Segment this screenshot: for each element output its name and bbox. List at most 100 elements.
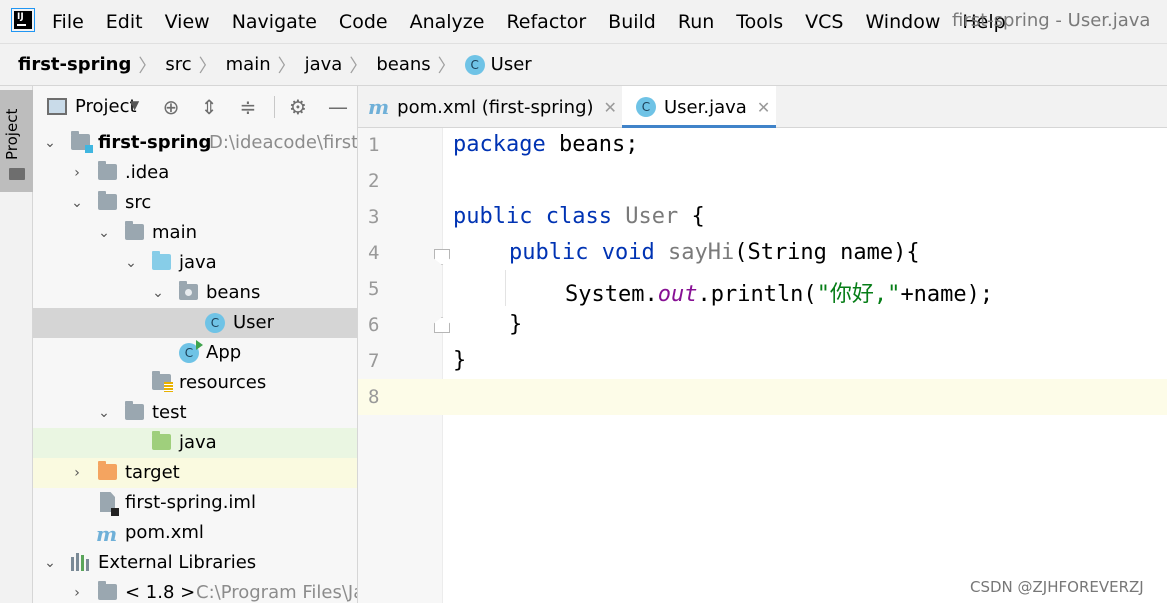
line-number: 2 [368,170,380,192]
tree-item-java-source[interactable]: ⌄ java [33,248,357,278]
breadcrumb-main[interactable]: main [226,54,271,75]
tree-item-user[interactable]: C User [33,308,357,338]
code-text: } [509,312,523,337]
tab-pom-xml[interactable]: m pom.xml (first-spring) ✕ [368,86,623,128]
chevron-down-icon[interactable]: ⌄ [97,224,111,242]
code-static-field: out [657,282,698,307]
menu-tools[interactable]: Tools [725,11,794,33]
code-string-literal: "你好," [816,282,901,307]
gear-icon[interactable]: ⚙ [286,95,310,119]
menu-run[interactable]: Run [667,11,725,33]
tree-item-idea[interactable]: › .idea [33,158,357,188]
close-icon[interactable]: ✕ [757,98,770,117]
project-view-icon [47,98,67,115]
folder-icon [98,161,117,180]
tree-item-beans[interactable]: ⌄ beans [33,278,357,308]
maven-icon: m [368,95,390,119]
library-icon [71,553,91,571]
menu-window[interactable]: Window [854,11,951,33]
breadcrumb-project[interactable]: first-spring [18,54,131,75]
menu-vcs[interactable]: VCS [794,11,854,33]
chevron-down-icon[interactable]: ⌄ [43,134,57,152]
menu-edit[interactable]: Edit [95,11,154,33]
menu-code[interactable]: Code [328,11,399,33]
chevron-right-icon[interactable]: › [70,584,84,602]
code-line-6: } [509,312,522,337]
tree-item-app[interactable]: C App [33,338,357,368]
tree-item-label: .idea [125,162,170,183]
minimize-icon[interactable]: — [326,95,350,119]
tree-item-label: java [179,432,217,453]
code-text: { [678,204,705,229]
tree-item-label: External Libraries [98,552,257,573]
left-tool-strip: Project [0,86,33,603]
locate-target-icon[interactable]: ⊕ [159,95,183,119]
tree-item-java-test[interactable]: java [33,428,357,458]
code-text: .println( [697,282,817,307]
watermark: CSDN @ZJHFOREVERZJ [970,578,1144,596]
package-icon [179,281,198,300]
expand-all-icon[interactable]: ⇕ [197,95,221,119]
tree-item-path: C:\Program Files\Ja [196,582,358,603]
menu-file[interactable]: File [41,11,95,33]
chevron-right-icon[interactable]: › [70,164,84,182]
code-line-5: System.out.println("你好,"+name); [565,276,993,308]
folder-icon [125,401,144,420]
breadcrumb-java[interactable]: java [305,54,343,75]
chevron-right-icon: 〉 [198,55,217,77]
code-keyword: class [545,204,612,229]
excluded-folder-icon [98,461,117,480]
menu-view[interactable]: View [154,11,221,33]
project-view-selector[interactable]: Project [75,96,137,117]
chevron-down-icon[interactable]: ⌄ [43,554,57,572]
tree-item-test[interactable]: ⌄ test [33,398,357,428]
breadcrumb-user[interactable]: User [491,54,532,75]
tree-item-pom[interactable]: m pom.xml [33,518,357,548]
tab-user-java[interactable]: C User.java ✕ [622,86,776,129]
tree-item-label: main [152,222,197,243]
tree-item-label: test [152,402,187,423]
tree-item-main[interactable]: ⌄ main [33,218,357,248]
iml-file-badge [111,508,119,516]
project-tool-window-button[interactable]: Project [0,90,33,192]
class-icon: C [636,97,656,117]
current-line-highlight [443,379,1167,415]
line-number: 4 [368,242,380,264]
code-line-3: public class User { [453,204,705,229]
chevron-down-icon[interactable]: ⌄ [124,254,138,272]
project-tool-label: Project [3,108,21,160]
breadcrumb: first-spring 〉 src 〉 main 〉 java 〉 beans 〉 CU… [0,43,1167,86]
chevron-right-icon[interactable]: › [70,464,84,482]
folder-icon [125,221,144,240]
tree-item-resources[interactable]: resources [33,368,357,398]
breadcrumb-src[interactable]: src [165,54,191,75]
menu-analyze[interactable]: Analyze [399,11,496,33]
project-panel: Project ▼ ⊕ ⇕ ≑ ⚙ — ⌄ first-spring D:\id… [33,86,358,603]
breadcrumb-beans[interactable]: beans [376,54,430,75]
test-folder-icon [152,431,171,450]
code-text: beans; [545,132,639,157]
tree-item-src[interactable]: ⌄ src [33,188,357,218]
chevron-down-icon[interactable]: ⌄ [151,284,165,302]
tree-item-label: User [233,312,275,333]
chevron-down-icon[interactable]: ⌄ [97,404,111,422]
menu-build[interactable]: Build [597,11,667,33]
code-editor[interactable] [443,128,1167,603]
tree-item-jdk[interactable]: › < 1.8 > C:\Program Files\Ja [33,578,358,603]
tree-item-iml[interactable]: first-spring.iml [33,488,357,518]
tree-item-first-spring[interactable]: ⌄ first-spring D:\ideacode\first- [33,128,358,158]
menu-navigate[interactable]: Navigate [221,11,328,33]
collapse-all-icon[interactable]: ≑ [236,95,260,119]
tree-item-external-libraries[interactable]: ⌄ External Libraries [33,548,357,578]
close-icon[interactable]: ✕ [604,98,617,117]
dropdown-caret-icon[interactable]: ▼ [130,98,139,112]
chevron-right-icon: 〉 [138,55,157,77]
tree-item-target[interactable]: › target [33,458,357,488]
menu-refactor[interactable]: Refactor [495,11,597,33]
tree-item-path: D:\ideacode\first- [209,132,358,153]
tree-item-label: java [179,252,217,273]
chevron-right-icon: 〉 [349,55,368,77]
intellij-logo-icon: IJ [12,9,34,31]
module-folder-icon [71,131,93,153]
chevron-down-icon[interactable]: ⌄ [70,194,84,212]
